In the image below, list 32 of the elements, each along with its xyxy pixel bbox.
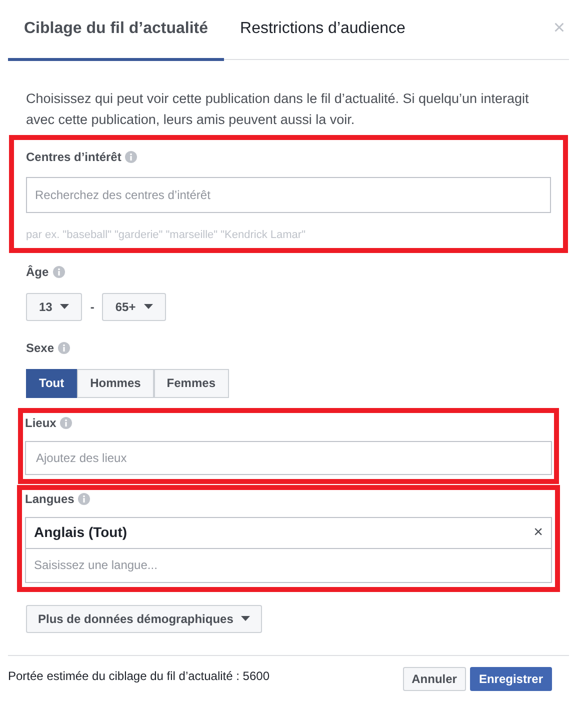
description-text: Choisissez qui peut voir cette publication dans le fil d’actualité. Si quelqu’un interagit avec cette publication, leurs amis peuvent aussi la voir. <box>25 90 530 129</box>
caret-icon <box>241 616 250 621</box>
caret-icon <box>144 304 153 309</box>
gender-option[interactable]: Tout <box>26 368 78 398</box>
remove-button[interactable]: × <box>534 524 543 540</box>
cancel-button[interactable]: Annuler <box>402 666 466 690</box>
info-icon <box>78 492 90 504</box>
more-demographics-button[interactable]: Plus de données démographiques <box>26 604 262 632</box>
language-field[interactable]: Saisissez une langue... <box>25 548 552 582</box>
hint-text: par ex. "baseball" "garderie" "marseille" "Kendrick Lamar" <box>26 228 306 243</box>
info-icon <box>60 416 72 428</box>
field-label: Sexe <box>26 340 54 356</box>
field-label: Lieux <box>25 414 56 432</box>
range-separator: - <box>90 298 94 316</box>
age-max-dropdown[interactable]: 65+ <box>102 292 166 320</box>
tab[interactable]: Restrictions d’audience <box>224 17 422 61</box>
age-min-dropdown[interactable]: 13 <box>26 292 82 320</box>
info-icon <box>58 342 70 354</box>
locations-field[interactable]: Ajoutez des lieux <box>25 440 552 474</box>
save-button[interactable]: Enregistrer <box>470 666 552 690</box>
info-icon <box>125 151 138 163</box>
field-label: Langues <box>25 490 74 508</box>
reach-text: Portée estimée du ciblage du fil d’actualité : 5600 <box>8 668 270 684</box>
language-token: Anglais (Tout) <box>34 523 128 542</box>
interests-search-field[interactable]: Recherchez des centres d’intérêt <box>26 177 551 213</box>
gender-option[interactable]: Hommes <box>77 368 154 398</box>
field-label: Âge <box>26 264 49 280</box>
field-label: Centres d’intérêt <box>26 149 122 166</box>
info-icon <box>52 266 65 278</box>
gender-option[interactable]: Femmes <box>154 368 228 398</box>
tab[interactable]: Ciblage du fil d’actualité <box>8 17 224 61</box>
caret-icon <box>60 304 70 309</box>
